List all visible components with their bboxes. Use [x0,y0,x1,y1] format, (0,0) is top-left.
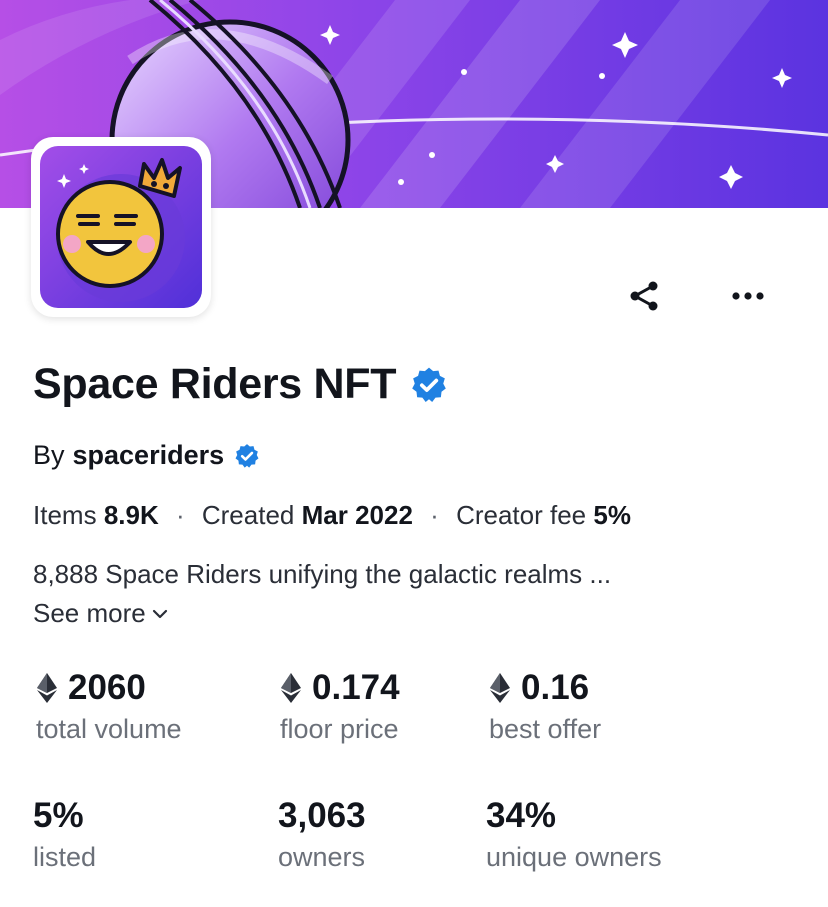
creator-fee-value: 5% [593,500,631,530]
verified-badge-icon [412,367,446,402]
stat-value: 2060 [68,668,146,707]
stat-floor-price[interactable]: 0.174 floor price [280,668,400,745]
stat-label: best offer [489,714,602,744]
collection-description: 8,888 Space Riders unifying the galactic… [33,559,612,589]
creator-row: By spaceriders [33,440,260,471]
stat-value: 34% [486,796,557,835]
stat-value: 5% [33,796,84,835]
items-value: 8.9K [103,500,159,530]
stat-value: 0.16 [521,668,590,707]
collection-title: Space Riders NFT [33,360,397,408]
created-label: Created [201,500,295,530]
more-options-button[interactable] [722,270,774,322]
chevron-down-icon [152,609,167,618]
creator-fee-label: Creator fee [456,500,587,530]
share-icon [630,281,658,311]
avatar-image [40,146,202,308]
stat-unique-owners[interactable]: 34% unique owners [486,796,662,873]
collection-meta: Items 8.9K · Created Mar 2022 · Creator … [33,500,631,531]
stat-best-offer[interactable]: 0.16 best offer [489,668,601,745]
meta-separator: · [175,500,185,530]
eth-icon [37,673,57,703]
collection-title-row: Space Riders NFT [33,360,448,409]
stat-label: unique owners [486,842,662,872]
stat-total-volume[interactable]: 2060 total volume [36,668,182,745]
eth-icon [490,673,510,703]
stat-label: total volume [36,714,182,744]
see-more-label: See more [33,598,146,628]
stat-label: floor price [280,714,399,744]
stat-listed[interactable]: 5% listed [33,796,96,873]
creator-link[interactable]: spaceriders [73,440,225,471]
stat-label: listed [33,842,97,872]
see-more-button[interactable]: See more [33,598,168,629]
created-value: Mar 2022 [301,500,413,530]
creator-verified-icon [235,443,259,468]
more-dots-icon [732,292,764,300]
stat-value: 0.174 [312,668,400,707]
stat-owners[interactable]: 3,063 owners [278,796,366,873]
eth-icon [281,673,301,703]
meta-separator: · [430,500,439,530]
collection-avatar [31,137,211,317]
items-label: Items [33,500,97,530]
by-label: By [33,440,65,470]
stat-value: 3,063 [278,796,366,835]
share-button[interactable] [618,270,670,322]
stat-label: owners [278,842,366,872]
